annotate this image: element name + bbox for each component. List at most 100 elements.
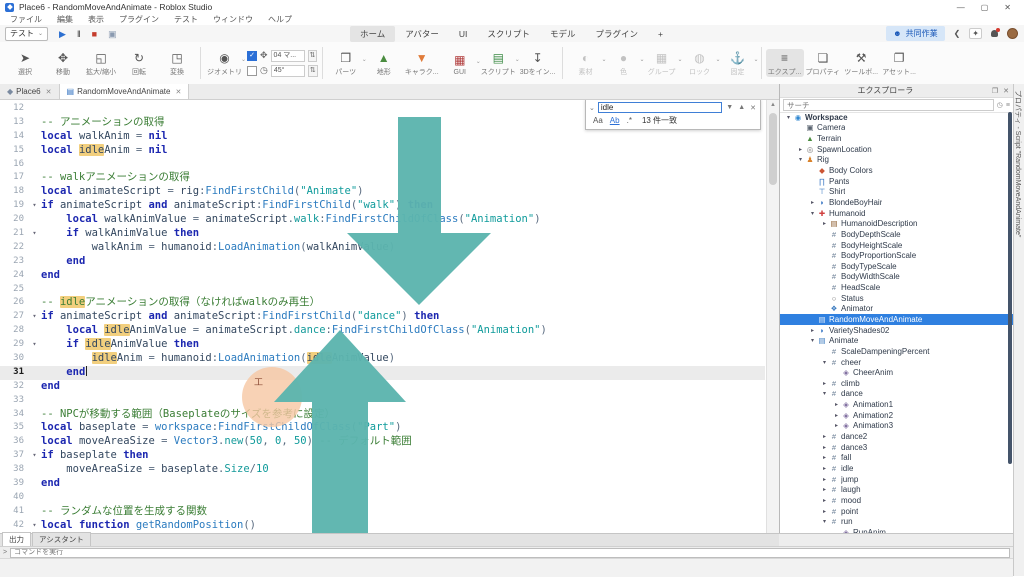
close-button[interactable]: ✕ [1004,3,1011,12]
explorer-item[interactable]: ▸#laugh [780,484,1013,495]
expand-node-icon[interactable]: ▸ [820,465,829,472]
explorer-item[interactable]: ▸◗BlondeBoyHair [780,197,1013,208]
expand-node-icon[interactable]: ▸ [796,146,805,153]
geometry-tool[interactable]: ◉ジオメトリ⌄ [205,49,244,77]
properties-toggle[interactable]: ❏プロパティ [804,49,843,77]
explorer-item[interactable]: #ScaleDampeningPercent [780,346,1013,357]
collapse-node-icon[interactable]: ▾ [784,114,793,121]
expand-node-icon[interactable]: ▸ [820,454,829,461]
find-input[interactable] [598,102,722,113]
parts-tool[interactable]: ❒パーツ⌄ [327,49,365,77]
character-tool[interactable]: ▼キャラク... [403,49,441,77]
explorer-item[interactable]: ▲Terrain [780,133,1013,144]
expand-node-icon[interactable]: ▸ [820,497,829,504]
code-line[interactable]: 34-- NPCが移動する範囲（Baseplateのサイズを参考に設定） [0,408,765,422]
expand-find-icon[interactable]: ⌄ [589,104,595,112]
explorer-item[interactable]: ◈RunAnim [780,527,1013,533]
expand-node-icon[interactable]: ▸ [832,412,841,419]
scroll-up-icon[interactable]: ▲ [767,100,779,110]
explorer-item[interactable]: ▾♟Rig [780,155,1013,166]
output-tab[interactable]: アシスタント [32,532,91,546]
expand-node-icon[interactable]: ▸ [820,444,829,451]
minimize-button[interactable]: — [957,3,965,12]
expand-node-icon[interactable]: ▸ [808,199,817,206]
code-line[interactable]: 35local baseplate = workspace:FindFirstC… [0,421,765,435]
stop-button[interactable]: ■ [92,29,97,39]
explorer-item[interactable]: ▸#mood [780,495,1013,506]
terrain-tool[interactable]: ▲地形 [365,49,403,77]
match-case-toggle[interactable]: Aa [593,116,603,125]
explorer-item[interactable]: ▾#run [780,516,1013,527]
explorer-item[interactable]: ▾◉Workspace [780,112,1013,123]
expand-node-icon[interactable]: ▸ [832,401,841,408]
ribbon-tab[interactable]: UI [449,27,478,41]
explorer-item[interactable]: ▸◈Animation2 [780,410,1013,421]
menu-item[interactable]: ファイル [10,14,42,25]
code-line[interactable]: 17-- walkアニメーションの取得 [0,171,765,185]
code-line[interactable]: 42▾local function getRandomPosition() [0,519,765,533]
select-tool[interactable]: ➤選択 [6,49,44,77]
pause-button[interactable]: ‖ [77,29,81,39]
explorer-item[interactable]: ▾#dance [780,389,1013,400]
fold-arrow-icon[interactable]: ▾ [28,338,41,352]
collapse-node-icon[interactable]: ▾ [808,337,817,344]
menu-item[interactable]: プラグイン [119,14,159,25]
explorer-item[interactable]: ▣Camera [780,123,1013,134]
fold-arrow-icon[interactable]: ▾ [28,227,41,241]
explorer-item[interactable]: #BodyDepthScale [780,229,1013,240]
code-line[interactable]: 20 local walkAnimValue = animateScript.w… [0,213,765,227]
rotate-tool[interactable]: ↻回転 [120,49,158,77]
expand-node-icon[interactable]: ▸ [820,476,829,483]
code-line[interactable]: 25 [0,283,765,297]
ribbon-tab[interactable]: + [648,27,673,41]
explorer-scrollbar-thumb[interactable] [1008,112,1012,464]
explorer-item[interactable]: ▸#dance2 [780,431,1013,442]
menu-item[interactable]: 編集 [57,14,73,25]
code-line[interactable]: 30 idleAnim = humanoid:LoadAnimation(idl… [0,352,765,366]
code-line[interactable]: 16 [0,158,765,172]
collaborate-button[interactable]: ☻ 共同作業 [886,26,944,41]
collapse-node-icon[interactable]: ▾ [808,210,817,217]
asset-manager-toggle[interactable]: ❐アセット... [880,49,918,77]
whole-word-toggle[interactable]: Ab [610,116,620,125]
code-line[interactable]: 40 [0,491,765,505]
menu-item[interactable]: 表示 [88,14,104,25]
explorer-item[interactable]: ▸#fall [780,453,1013,464]
explorer-item[interactable]: ▾✚Humanoid [780,208,1013,219]
explorer-item[interactable]: ❖Animator [780,304,1013,315]
move-tool[interactable]: ✥移動 [44,49,82,77]
explorer-item[interactable]: ▸#climb [780,378,1013,389]
expand-node-icon[interactable]: ▸ [820,220,829,227]
regex-toggle[interactable]: .* [627,116,632,125]
explorer-item[interactable]: ◆Body Colors [780,165,1013,176]
collapse-node-icon[interactable]: ▾ [820,518,829,525]
fold-arrow-icon[interactable]: ▾ [28,310,41,324]
snap-value[interactable]: 04 マ... [271,50,305,62]
code-area[interactable]: 1213-- アニメーションの取得14local walkAnim = nil1… [0,102,765,533]
code-line[interactable]: 39end [0,477,765,491]
explorer-item[interactable]: ▤RandomMoveAndAnimate [780,314,1013,325]
close-tab-icon[interactable]: ✕ [175,88,181,96]
code-line[interactable]: 15local idleAnim = nil [0,144,765,158]
code-line[interactable]: 18local animateScript = rig:FindFirstChi… [0,185,765,199]
output-tab[interactable]: 出力 [2,532,31,546]
history-icon[interactable]: ◷ [997,101,1003,109]
scale-tool[interactable]: ◱拡大/縮小 [82,49,120,77]
explorer-item[interactable]: ▾#cheer [780,357,1013,368]
code-line[interactable]: 19▾if animateScript and animateScript:Fi… [0,199,765,213]
doc-tab[interactable]: ◆Place6✕ [0,84,60,99]
ribbon-tab[interactable]: プラグイン [585,26,648,42]
collapse-node-icon[interactable]: ▾ [796,156,805,163]
device-emulator-button[interactable]: ▣ [108,29,117,39]
explorer-item[interactable]: ▸▤HumanoidDescription [780,218,1013,229]
code-line[interactable]: 29▾ if idleAnimValue then [0,338,765,352]
explorer-item[interactable]: ⊤Shirt [780,186,1013,197]
code-line[interactable]: 38 moveAreaSize = baseplate.Size/10 [0,463,765,477]
transform-tool[interactable]: ◳変換 [158,49,196,77]
ribbon-tab[interactable]: スクリプト [477,26,540,42]
fold-arrow-icon[interactable]: ▾ [28,199,41,213]
play-button[interactable]: ▶ [59,29,66,39]
explorer-item[interactable]: #BodyWidthScale [780,272,1013,283]
script-tool[interactable]: ▤スクリプト⌄ [479,49,518,77]
code-line[interactable]: 28 local idleAnimValue = animateScript.d… [0,324,765,338]
